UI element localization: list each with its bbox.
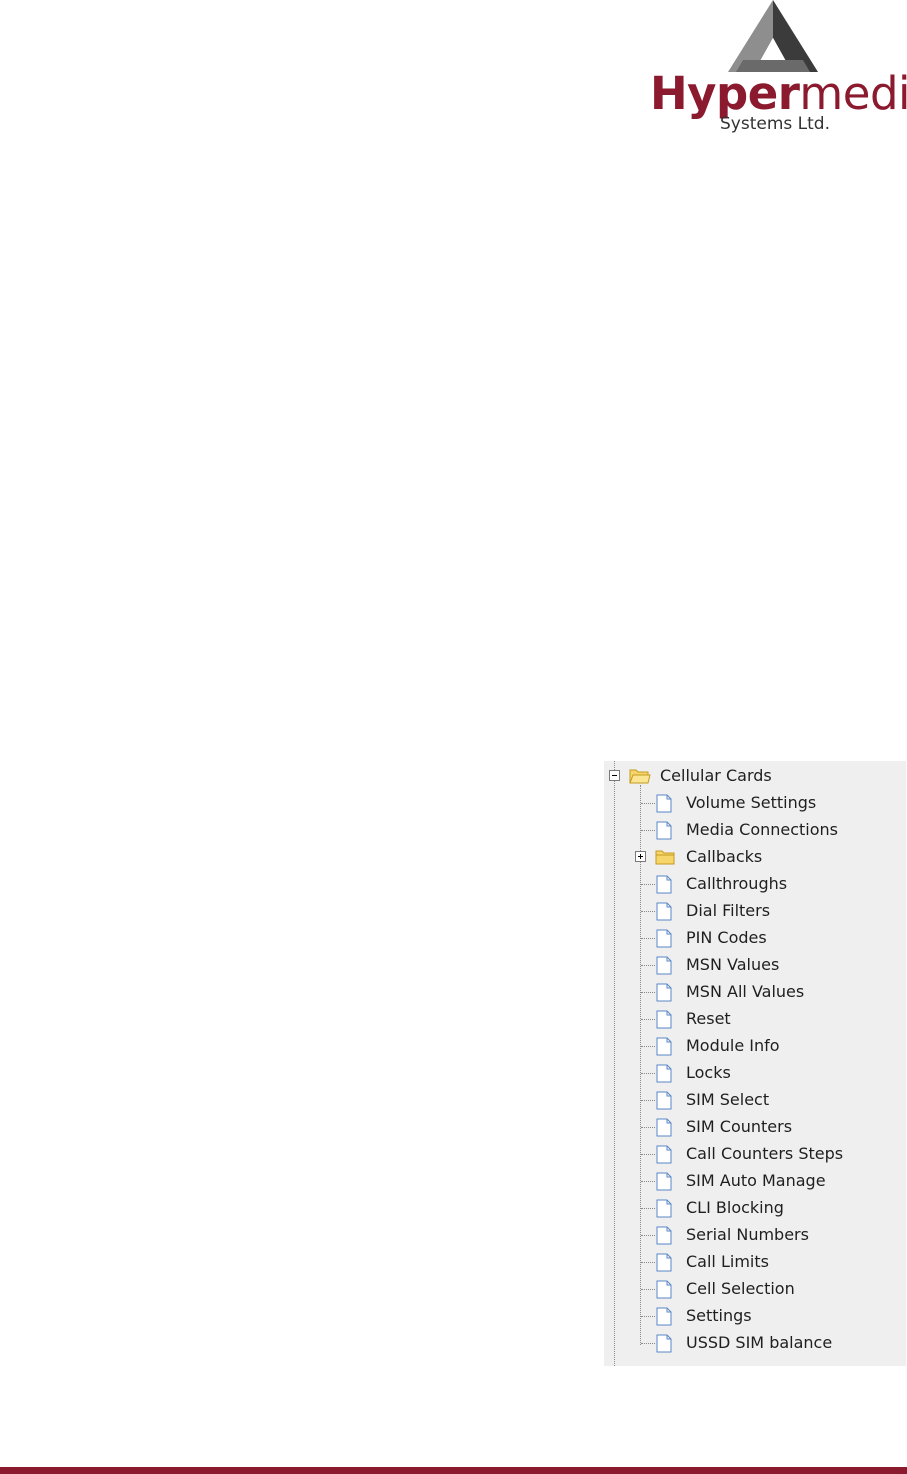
- tree-item-sim-counters[interactable]: SIM Counters: [604, 1114, 906, 1141]
- tree-item-label: SIM Counters: [686, 1117, 793, 1136]
- document-icon: [656, 1280, 672, 1299]
- document-icon: [656, 1307, 672, 1326]
- document-icon: [656, 902, 672, 921]
- expand-icon[interactable]: [635, 851, 646, 862]
- tree-item-reset[interactable]: Reset: [604, 1006, 906, 1033]
- document-icon: [656, 1334, 672, 1353]
- tree-item-volume-settings[interactable]: Volume Settings: [604, 790, 906, 817]
- tree-item-label: MSN All Values: [686, 982, 805, 1001]
- document-icon: [656, 983, 672, 1002]
- tree-item-label: Serial Numbers: [686, 1225, 809, 1244]
- tree-item-label: Call Counters Steps: [686, 1144, 844, 1163]
- tree-item-module-info[interactable]: Module Info: [604, 1033, 906, 1060]
- folder-icon: [655, 850, 675, 865]
- tree-item-sim-auto-manage[interactable]: SIM Auto Manage: [604, 1168, 906, 1195]
- folder-open-icon: [629, 769, 651, 784]
- tree-item-label: Media Connections: [686, 820, 839, 839]
- tree-item-label: Callthroughs: [686, 874, 788, 893]
- tree-item-label: PIN Codes: [686, 928, 767, 947]
- triangle-logo-icon: [728, 0, 818, 72]
- document-icon: [656, 1064, 672, 1083]
- tree-item-label: Call Limits: [686, 1252, 769, 1271]
- navigation-tree: Cellular Cards Volume Settings Media Con…: [604, 761, 906, 1366]
- logo-wordmark: Hypermedia: [650, 70, 907, 118]
- tree-item-msn-values[interactable]: MSN Values: [604, 952, 906, 979]
- company-logo: Hypermedia Systems Ltd.: [640, 0, 907, 140]
- document-icon: [656, 956, 672, 975]
- document-icon: [656, 1172, 672, 1191]
- tree-item-ussd-sim-balance[interactable]: USSD SIM balance: [604, 1330, 906, 1357]
- tree-item-serial-numbers[interactable]: Serial Numbers: [604, 1222, 906, 1249]
- document-icon: [656, 929, 672, 948]
- tree-item-label: Dial Filters: [686, 901, 771, 920]
- document-icon: [656, 1145, 672, 1164]
- logo-word-bold: Hyper: [650, 67, 800, 120]
- tree-item-label: SIM Auto Manage: [686, 1171, 826, 1190]
- tree-item-label: CLI Blocking: [686, 1198, 784, 1217]
- tree-item-label: Locks: [686, 1063, 731, 1082]
- tree-item-callthroughs[interactable]: Callthroughs: [604, 871, 906, 898]
- tree-item-label: MSN Values: [686, 955, 780, 974]
- tree-item-sim-select[interactable]: SIM Select: [604, 1087, 906, 1114]
- tree-item-locks[interactable]: Locks: [604, 1060, 906, 1087]
- document-icon: [656, 794, 672, 813]
- document-icon: [656, 1253, 672, 1272]
- document-icon: [656, 1226, 672, 1245]
- tree-item-callbacks[interactable]: Callbacks: [604, 844, 906, 871]
- document-icon: [656, 875, 672, 894]
- footer-rule: [0, 1467, 907, 1474]
- tree-item-label: Volume Settings: [686, 793, 817, 812]
- tree-root-cellular-cards[interactable]: Cellular Cards: [604, 763, 906, 790]
- tree-item-label: Callbacks: [686, 847, 763, 866]
- document-icon: [656, 821, 672, 840]
- tree-item-label: Cell Selection: [686, 1279, 795, 1298]
- document-icon: [656, 1037, 672, 1056]
- tree-item-dial-filters[interactable]: Dial Filters: [604, 898, 906, 925]
- tree-root-label: Cellular Cards: [660, 766, 772, 785]
- tree-item-label: Settings: [686, 1306, 752, 1325]
- tree-item-label: USSD SIM balance: [686, 1333, 833, 1352]
- document-icon: [656, 1091, 672, 1110]
- tree-item-call-limits[interactable]: Call Limits: [604, 1249, 906, 1276]
- tree-item-label: SIM Select: [686, 1090, 770, 1109]
- logo-subtitle: Systems Ltd.: [720, 114, 830, 134]
- document-icon: [656, 1118, 672, 1137]
- tree-item-cell-selection[interactable]: Cell Selection: [604, 1276, 906, 1303]
- document-icon: [656, 1199, 672, 1218]
- tree-item-pin-codes[interactable]: PIN Codes: [604, 925, 906, 952]
- logo-word-light: media: [799, 67, 907, 120]
- tree-item-msn-all-values[interactable]: MSN All Values: [604, 979, 906, 1006]
- tree-item-media-connections[interactable]: Media Connections: [604, 817, 906, 844]
- tree-item-label: Reset: [686, 1009, 731, 1028]
- document-icon: [656, 1010, 672, 1029]
- collapse-icon[interactable]: [609, 770, 620, 781]
- tree-item-cli-blocking[interactable]: CLI Blocking: [604, 1195, 906, 1222]
- tree-item-label: Module Info: [686, 1036, 780, 1055]
- tree-item-call-counters-steps[interactable]: Call Counters Steps: [604, 1141, 906, 1168]
- tree-item-settings[interactable]: Settings: [604, 1303, 906, 1330]
